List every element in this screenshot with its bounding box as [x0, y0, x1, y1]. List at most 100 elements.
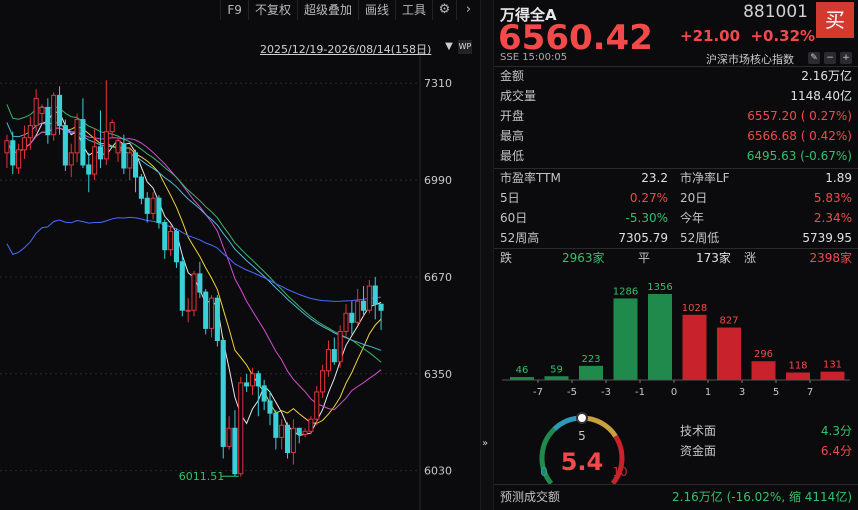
settings-icon[interactable]: ⚙ — [432, 0, 456, 20]
candle[interactable] — [279, 419, 285, 450]
toolbar-overlay[interactable]: 超级叠加 — [296, 0, 358, 20]
distribution-x-label: 1 — [705, 387, 711, 398]
toolbar-draw-line[interactable]: 画线 — [357, 0, 395, 20]
distribution-x-label: 7 — [807, 387, 813, 398]
candle[interactable] — [296, 427, 302, 444]
distribution-bar[interactable] — [717, 327, 741, 380]
candle[interactable] — [103, 80, 109, 165]
candle[interactable] — [203, 289, 209, 335]
candle[interactable] — [314, 385, 320, 426]
candle[interactable] — [16, 143, 22, 175]
candle[interactable] — [21, 125, 28, 159]
valuation-label: 今年 — [680, 211, 705, 225]
candle[interactable] — [127, 146, 133, 181]
toolbar-f9[interactable]: F9 — [220, 0, 248, 20]
distribution-bar[interactable] — [544, 376, 569, 380]
candle[interactable] — [238, 376, 244, 477]
distribution-bar[interactable] — [751, 361, 776, 380]
candle[interactable] — [132, 149, 139, 193]
candle[interactable] — [261, 379, 267, 411]
candle[interactable] — [33, 89, 39, 132]
candle[interactable] — [337, 325, 343, 368]
score-value: 4.3分 — [820, 424, 852, 438]
candle[interactable] — [349, 301, 355, 335]
forecast-value: 2.16万亿 (-16.02%, 缩 4114亿) — [672, 490, 852, 504]
add-icon[interactable]: + — [840, 52, 852, 64]
candle[interactable] — [284, 422, 291, 459]
valuation-value: 7305.79 — [618, 231, 668, 245]
candle[interactable] — [360, 286, 367, 317]
candle[interactable] — [74, 113, 80, 162]
candle[interactable] — [10, 131, 16, 175]
kline-chart-area[interactable]: F9 不复权 超级叠加 画线 工具 ⚙ › 2025/12/19-2026/08… — [0, 0, 480, 510]
chevron-right-icon[interactable]: › — [456, 0, 480, 20]
candle[interactable] — [244, 373, 250, 392]
date-range-label[interactable]: 2025/12/19-2026/08/14(158日) — [260, 41, 431, 57]
candle[interactable] — [51, 92, 57, 141]
candle[interactable] — [214, 295, 220, 347]
panel-collapse-gutter[interactable]: » — [480, 0, 494, 510]
candle[interactable] — [168, 225, 174, 256]
candle[interactable] — [343, 304, 349, 338]
candle[interactable] — [45, 98, 51, 144]
candle[interactable] — [320, 364, 326, 399]
candle[interactable] — [62, 119, 68, 172]
chart-toolbar: F9 不复权 超级叠加 画线 工具 ⚙ › — [0, 0, 480, 20]
distribution-bar[interactable] — [613, 298, 638, 380]
buy-button[interactable]: 买 — [816, 2, 854, 38]
candle[interactable] — [290, 419, 296, 465]
candle[interactable] — [4, 134, 10, 168]
candle[interactable] — [173, 228, 180, 268]
candle[interactable] — [255, 370, 261, 417]
distribution-value: 296 — [754, 349, 773, 360]
candle[interactable] — [39, 104, 45, 123]
candle[interactable] — [232, 410, 238, 477]
candle[interactable] — [308, 416, 314, 435]
candle[interactable] — [273, 410, 279, 450]
distribution-bar[interactable] — [579, 365, 603, 380]
distribution-bar[interactable] — [820, 371, 845, 380]
candle[interactable] — [144, 192, 150, 223]
candle[interactable] — [378, 303, 384, 330]
candle[interactable] — [80, 98, 86, 168]
flat-count: 173家 — [696, 251, 731, 265]
stat-label: 最低 — [500, 149, 525, 163]
gauge-mid-label: 5 — [578, 429, 586, 443]
candle[interactable] — [138, 174, 144, 205]
dropdown-triangle-icon[interactable]: ▼ — [442, 40, 456, 54]
distribution-bar[interactable] — [648, 294, 672, 380]
candle[interactable] — [220, 337, 226, 459]
distribution-bar[interactable] — [682, 314, 707, 380]
candle[interactable] — [162, 219, 168, 259]
candle[interactable] — [325, 340, 332, 377]
candle[interactable] — [226, 416, 232, 450]
candle[interactable] — [302, 428, 308, 438]
change-distribution-chart[interactable]: 46 59 223 1286 1356 1028 827 296 118 131 -7 -5 -3 -1 0… — [494, 272, 858, 402]
candle[interactable] — [208, 295, 215, 338]
collapse-arrow-icon[interactable]: » — [482, 438, 488, 449]
candlestick-plot[interactable]: 7310 6990 6670 6350 6030 6011.51 — [0, 56, 480, 510]
candle[interactable] — [150, 192, 156, 220]
candle[interactable] — [331, 337, 337, 365]
distribution-bar[interactable] — [786, 372, 810, 380]
candle[interactable] — [68, 143, 74, 178]
candle[interactable] — [56, 86, 63, 135]
candle[interactable] — [86, 152, 92, 193]
candle[interactable] — [267, 391, 273, 426]
wp-icon[interactable]: WP — [458, 40, 472, 54]
distribution-value: 827 — [719, 316, 738, 327]
dash-icon[interactable]: − — [824, 52, 836, 64]
candle[interactable] — [92, 128, 98, 181]
toolbar-no-adjust[interactable]: 不复权 — [247, 0, 297, 20]
candle[interactable] — [115, 137, 121, 162]
toolbar-tools[interactable]: 工具 — [394, 0, 432, 20]
candle[interactable] — [355, 289, 361, 326]
candle[interactable] — [191, 270, 197, 317]
candle[interactable] — [372, 276, 378, 320]
candle[interactable] — [185, 298, 191, 323]
candle[interactable] — [366, 279, 372, 314]
candle[interactable] — [179, 255, 185, 317]
candle[interactable] — [121, 134, 127, 175]
valuation-cell: 今年 2.34% — [680, 208, 852, 228]
edit-icon[interactable]: ✎ — [808, 52, 820, 64]
